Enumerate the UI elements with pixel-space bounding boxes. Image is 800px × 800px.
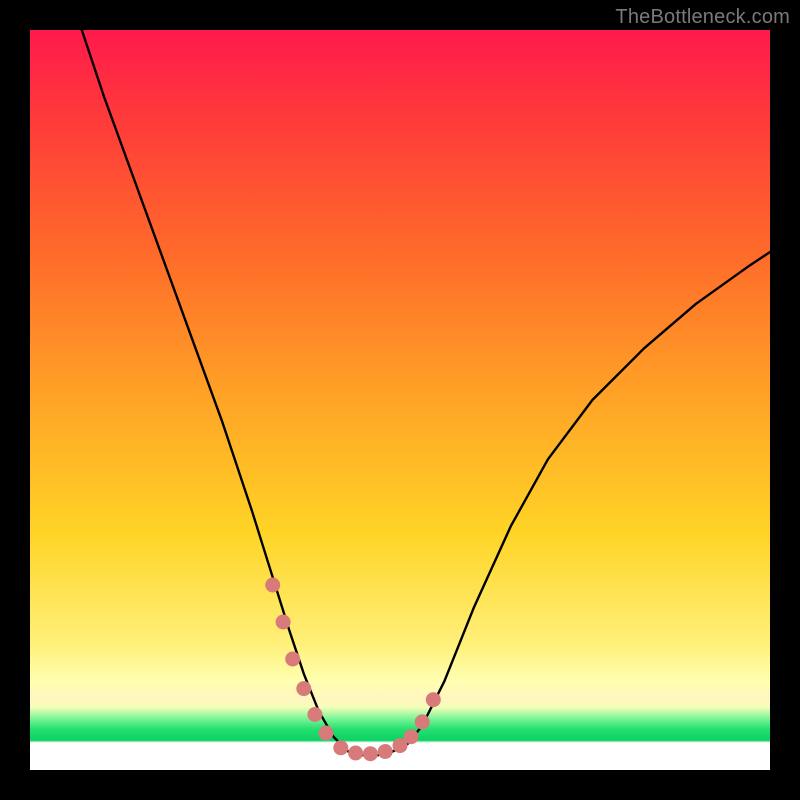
chart-svg	[30, 30, 770, 770]
chart-plot-area	[30, 30, 770, 770]
watermark-text: TheBottleneck.com	[615, 6, 790, 29]
chart-frame: TheBottleneck.com	[0, 0, 800, 800]
curve-line	[82, 30, 770, 755]
highlight-dots	[265, 578, 441, 762]
